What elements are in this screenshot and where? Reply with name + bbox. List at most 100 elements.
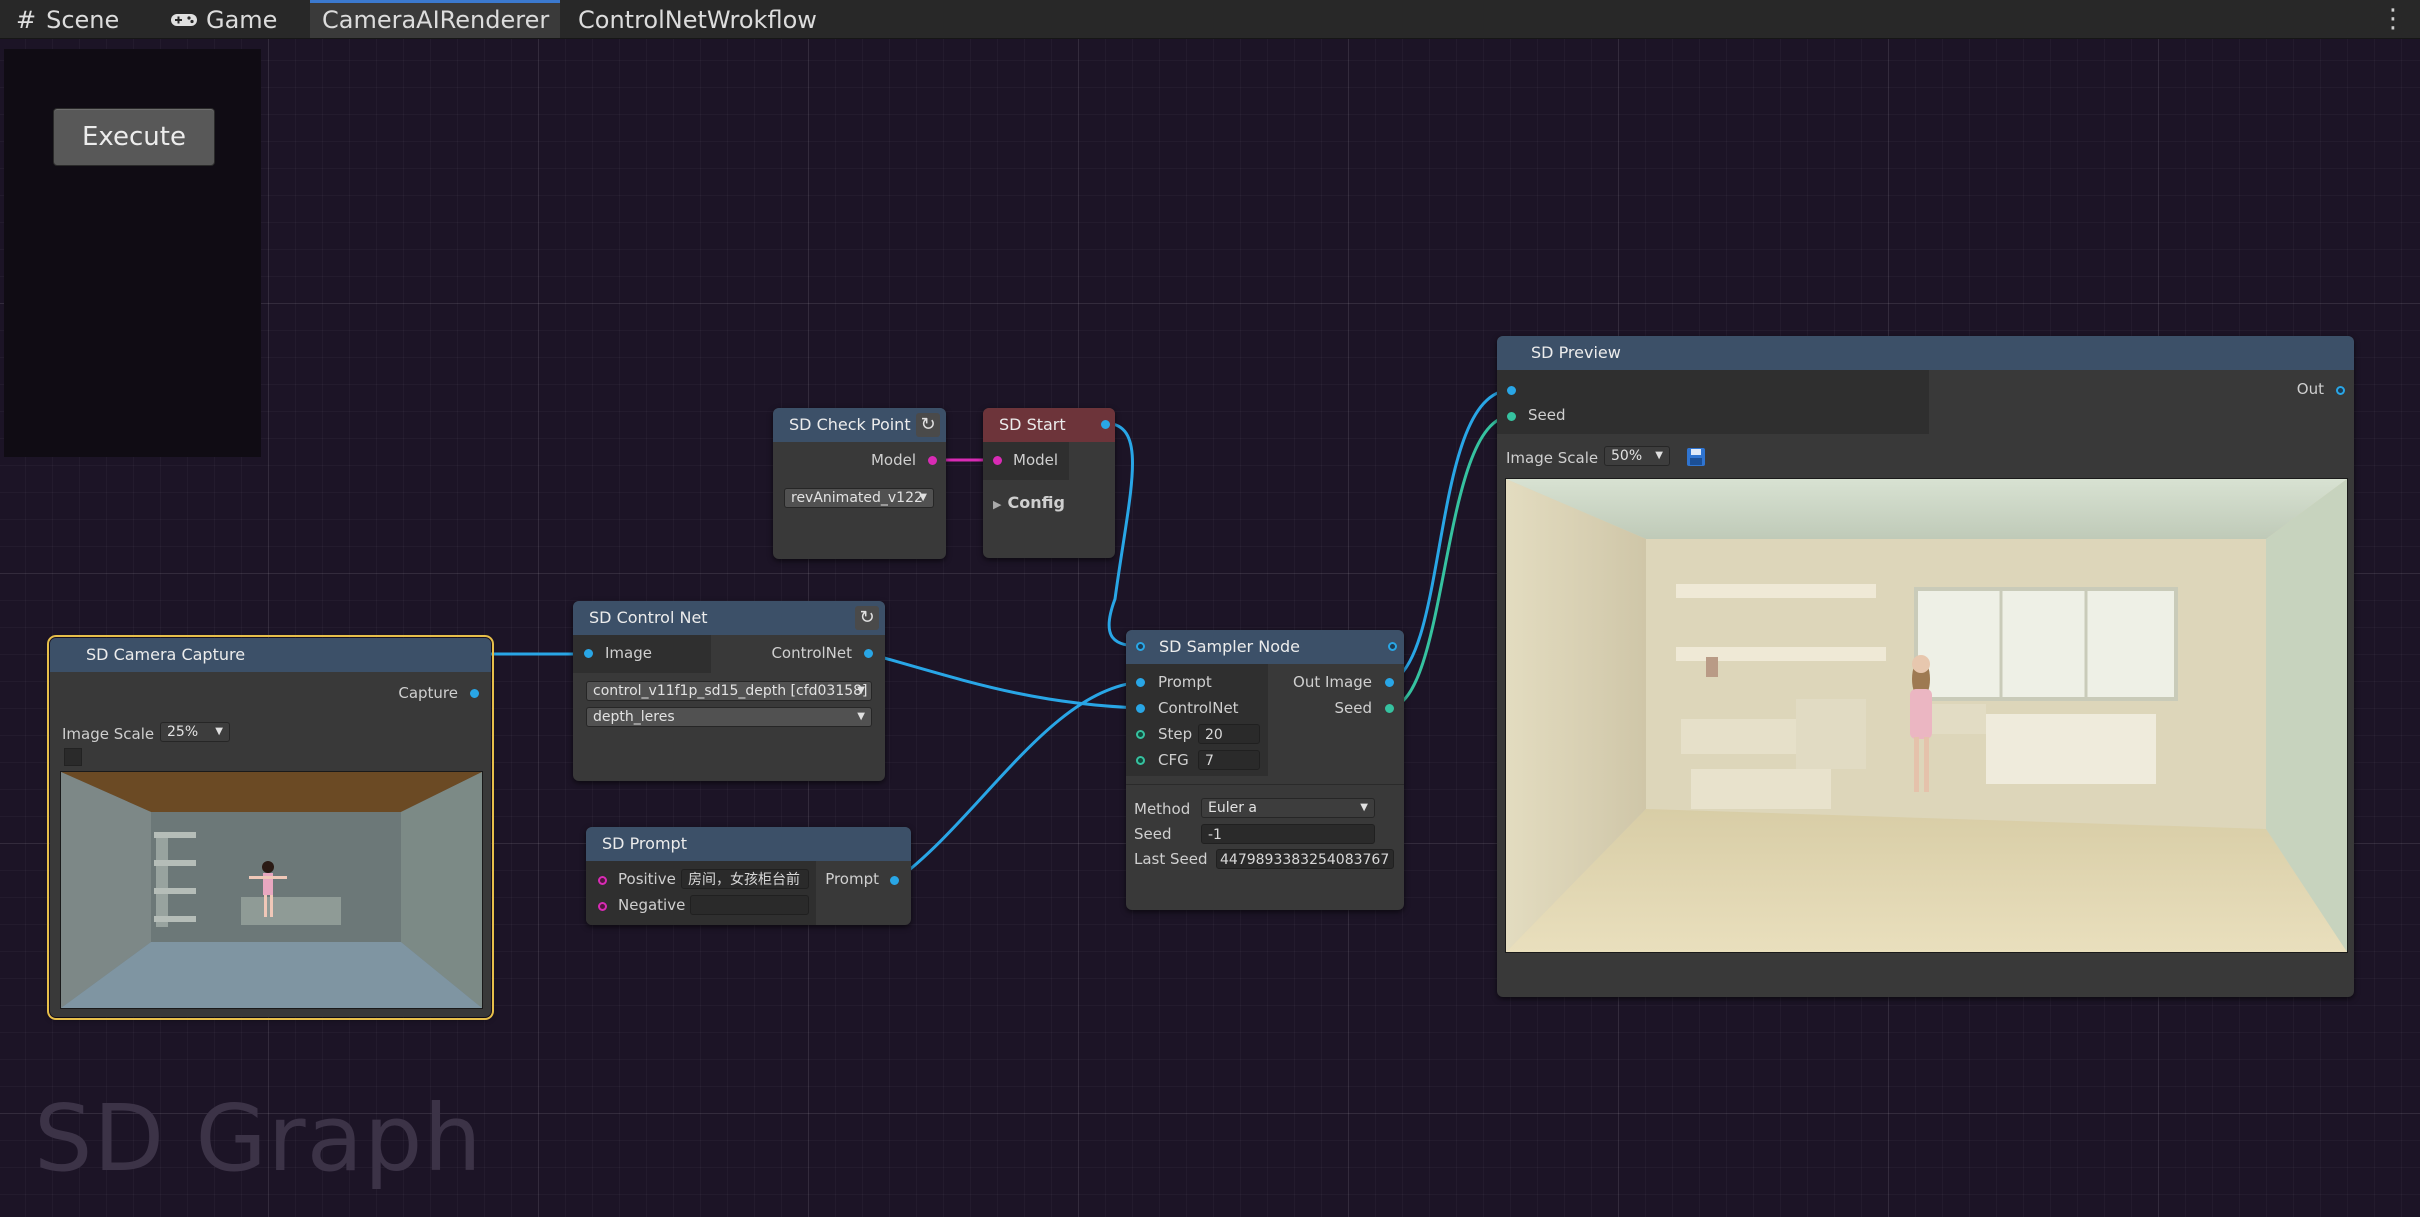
positive-label: Positive (618, 870, 676, 888)
sd-preview-image (1505, 478, 2348, 953)
tab-scene[interactable]: # Scene (16, 0, 119, 38)
chevron-down-icon: ▼ (857, 685, 865, 696)
node-title: SD Sampler Node (1126, 630, 1404, 664)
node-title: SD Control Net (573, 601, 885, 635)
graph-canvas[interactable]: Execute SD Check Point ↻ Model revAnimat… (0, 39, 2420, 1217)
editor-tab-bar: # Scene Game CameraAIRenderer ControlNetW… (0, 0, 2420, 39)
port-step-in[interactable] (1136, 730, 1145, 739)
port-label-seed: Seed (1334, 699, 1373, 717)
node-title: SD Camera Capture (50, 638, 491, 672)
port-negative-in[interactable] (598, 902, 607, 911)
image-scale-dropdown[interactable]: 50% ▼ (1604, 446, 1670, 466)
sampler-method-dropdown[interactable]: Euler a ▼ (1201, 798, 1375, 818)
checkpoint-model-dropdown[interactable]: revAnimated_v122 ▼ (784, 488, 934, 508)
dropdown-value: depth_leres (593, 709, 675, 725)
node-title: SD Preview (1497, 336, 2354, 370)
port-label-controlnet: ControlNet (771, 644, 852, 662)
dropdown-value: control_v11f1p_sd15_depth [cfd03158] (593, 683, 868, 699)
node-sd-check-point[interactable]: SD Check Point ↻ Model revAnimated_v122 ▼ (773, 408, 946, 559)
image-scale-dropdown[interactable]: 25% ▼ (160, 722, 230, 742)
node-title: SD Prompt (586, 827, 911, 861)
node-sd-start[interactable]: SD Start Model ▶ Config (983, 408, 1115, 558)
refresh-icon[interactable]: ↻ (916, 413, 940, 437)
dropdown-value: Euler a (1208, 800, 1258, 816)
refresh-icon[interactable]: ↻ (855, 606, 879, 630)
config-label: Config (1007, 493, 1065, 512)
tab-camera-ai-renderer-label: CameraAIRenderer (322, 6, 550, 34)
method-label: Method (1134, 800, 1191, 818)
grid-hash-icon: # (16, 6, 37, 34)
positive-prompt-input[interactable]: 房间，女孩柜台前 (681, 869, 809, 889)
tab-controlnet-workflow[interactable]: ControlNetWrokflow (578, 0, 817, 38)
node-sd-control-net[interactable]: SD Control Net ↻ Image ControlNet contro… (573, 601, 885, 781)
camera-scene-render (61, 772, 482, 1008)
seed-input[interactable]: -1 (1201, 824, 1375, 844)
tab-controlnet-workflow-label: ControlNetWrokflow (578, 6, 817, 34)
cfg-label: CFG (1158, 751, 1189, 769)
image-scale-label: Image Scale (1506, 449, 1599, 467)
node-title: SD Start (983, 408, 1115, 442)
controlnet-preprocessor-dropdown[interactable]: depth_leres ▼ (586, 707, 872, 727)
triangle-right-icon: ▶ (993, 498, 1002, 511)
config-foldout[interactable]: ▶ Config (993, 493, 1065, 512)
node-sd-preview[interactable]: SD Preview Seed Out Image Scale 50% ▼ (1497, 336, 2354, 997)
generated-room-render (1506, 479, 2347, 952)
node-sd-sampler[interactable]: SD Sampler Node Prompt ControlNet Step 2… (1126, 630, 1404, 910)
port-label-controlnet: ControlNet (1158, 699, 1239, 717)
dropdown-value: 25% (167, 724, 199, 740)
gamepad-icon (170, 0, 198, 40)
port-prompt-in[interactable] (1136, 678, 1145, 687)
port-start-out[interactable] (1101, 420, 1110, 429)
graph-watermark: SD Graph (34, 1085, 483, 1192)
controlnet-model-dropdown[interactable]: control_v11f1p_sd15_depth [cfd03158] ▼ (586, 681, 872, 701)
port-controlnet-in[interactable] (1136, 704, 1145, 713)
execute-button[interactable]: Execute (53, 108, 215, 166)
port-out[interactable] (2336, 386, 2345, 395)
last-seed-label: Last Seed (1134, 850, 1208, 868)
port-label-model: Model (1013, 451, 1059, 469)
tab-camera-ai-renderer[interactable]: CameraAIRenderer (310, 0, 560, 38)
port-seed-out[interactable] (1385, 704, 1394, 713)
port-label-prompt: Prompt (1158, 673, 1212, 691)
tab-game[interactable]: Game (170, 0, 277, 38)
edge-controlnet-to-sampler (869, 652, 1142, 710)
port-out-image-out[interactable] (1385, 678, 1394, 687)
port-sampler-start-in[interactable] (1136, 642, 1145, 651)
chevron-down-icon: ▼ (215, 726, 223, 737)
port-label-prompt: Prompt (825, 870, 879, 888)
image-scale-label: Image Scale (62, 725, 155, 743)
port-model-out[interactable] (928, 456, 937, 465)
port-cfg-in[interactable] (1136, 756, 1145, 765)
node-sd-prompt[interactable]: SD Prompt Positive 房间，女孩柜台前 Negative Pro… (586, 827, 911, 925)
save-icon[interactable] (1686, 447, 1706, 467)
port-label-out: Out (2296, 380, 2324, 398)
save-toggle-checkbox[interactable] (64, 748, 82, 766)
last-seed-input[interactable]: 4479893383254083767 (1216, 849, 1394, 869)
divider (1126, 784, 1404, 785)
port-label-capture: Capture (398, 684, 458, 702)
port-image-in[interactable] (584, 649, 593, 658)
dropdown-value: 50% (1611, 448, 1643, 464)
port-seed-in[interactable] (1507, 412, 1516, 421)
more-options-icon[interactable]: ⋮ (2380, 4, 2406, 34)
negative-prompt-input[interactable] (690, 895, 809, 915)
step-input[interactable]: 20 (1198, 724, 1260, 744)
tab-scene-label: Scene (46, 6, 120, 34)
chevron-down-icon: ▼ (919, 492, 927, 503)
camera-capture-image (60, 771, 483, 1009)
cfg-input[interactable]: 7 (1198, 750, 1260, 770)
port-capture-out[interactable] (470, 689, 479, 698)
chevron-down-icon: ▼ (1655, 450, 1663, 461)
port-controlnet-out[interactable] (864, 649, 873, 658)
node-sd-camera-capture[interactable]: SD Camera Capture Capture Image Scale 25… (47, 635, 494, 1020)
port-model-in[interactable] (993, 456, 1002, 465)
dropdown-value: revAnimated_v122 (791, 490, 923, 506)
port-prompt-out[interactable] (890, 876, 899, 885)
port-sampler-done-out[interactable] (1388, 642, 1397, 651)
port-label-seed: Seed (1528, 406, 1566, 424)
chevron-down-icon: ▼ (1360, 802, 1368, 813)
seed-label: Seed (1134, 825, 1172, 843)
port-positive-in[interactable] (598, 876, 607, 885)
port-image-in[interactable] (1507, 386, 1516, 395)
graph-blackboard-panel: Execute (4, 49, 261, 457)
